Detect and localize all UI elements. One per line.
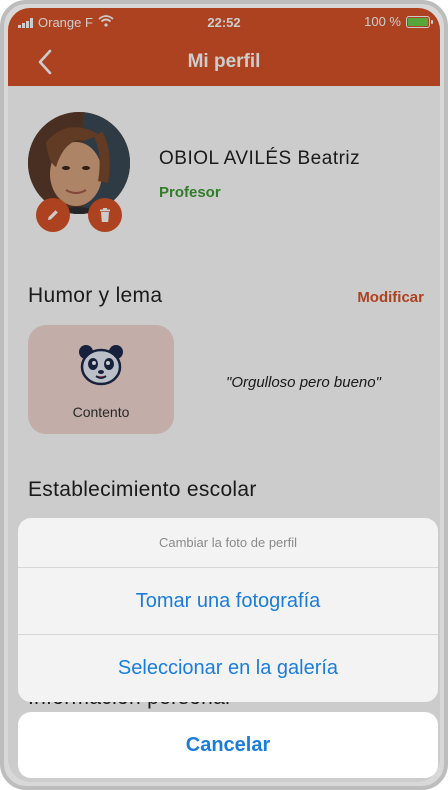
take-photo-option[interactable]: Tomar una fotografía [18, 568, 438, 635]
device-frame: Orange F 22:52 100 % Mi perfil OBIOL AVI… [0, 0, 448, 790]
screen: Orange F 22:52 100 % Mi perfil OBIOL AVI… [8, 8, 440, 782]
cancel-button[interactable]: Cancelar [18, 712, 438, 778]
choose-from-gallery-option[interactable]: Seleccionar en la galería [18, 635, 438, 702]
action-sheet-title: Cambiar la foto de perfil [18, 518, 438, 568]
action-sheet: Cambiar la foto de perfil Tomar una foto… [18, 518, 438, 702]
